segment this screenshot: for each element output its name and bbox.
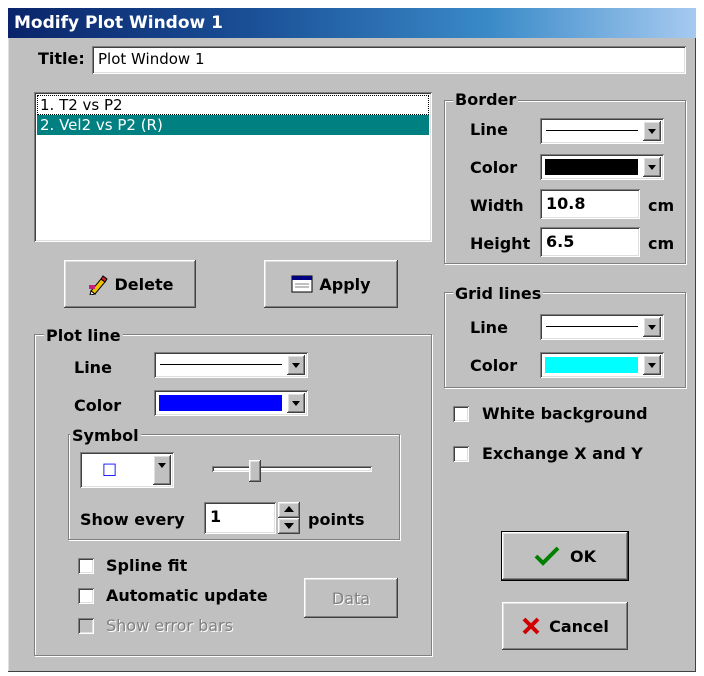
window-icon bbox=[291, 275, 313, 293]
spline-fit-checkbox[interactable] bbox=[78, 558, 94, 574]
grid-line-dropdown[interactable] bbox=[540, 314, 664, 340]
symbol-group-label: Symbol bbox=[70, 426, 141, 445]
color-swatch bbox=[545, 159, 638, 175]
dialog-title-bar[interactable]: Modify Plot Window 1 bbox=[8, 8, 696, 38]
border-line-dropdown[interactable] bbox=[540, 118, 664, 144]
show-every-input[interactable]: 1 bbox=[204, 502, 276, 534]
color-swatch bbox=[159, 395, 282, 411]
apply-button[interactable]: Apply bbox=[264, 260, 398, 308]
chevron-down-icon[interactable] bbox=[287, 355, 305, 375]
plot-list[interactable]: 1. T2 vs P2 2. Vel2 vs P2 (R) bbox=[34, 92, 432, 242]
border-color-dropdown[interactable] bbox=[540, 154, 664, 180]
data-button[interactable]: Data bbox=[304, 578, 398, 618]
symbol-size-slider[interactable] bbox=[212, 460, 372, 482]
border-color-label: Color bbox=[470, 158, 518, 177]
border-height-unit: cm bbox=[648, 234, 675, 253]
delete-button-label: Delete bbox=[114, 274, 174, 294]
border-width-unit: cm bbox=[648, 196, 675, 215]
show-error-bars-label: Show error bars bbox=[106, 616, 233, 635]
border-height-value: 6.5 bbox=[546, 232, 575, 251]
white-background-label[interactable]: White background bbox=[482, 404, 648, 423]
title-label: Title: bbox=[38, 49, 85, 68]
plot-line-line-label: Line bbox=[74, 358, 112, 377]
exchange-xy-checkbox[interactable] bbox=[453, 446, 469, 462]
eraser-pencil-icon bbox=[87, 273, 109, 296]
spin-up-button[interactable] bbox=[278, 502, 300, 518]
color-swatch bbox=[545, 357, 638, 373]
close-icon bbox=[521, 616, 541, 636]
modify-plot-window-dialog: Modify Plot Window 1 Title: Plot Window … bbox=[8, 8, 696, 672]
border-width-input[interactable]: 10.8 bbox=[540, 189, 640, 219]
points-label: points bbox=[308, 510, 365, 529]
delete-button[interactable]: Delete bbox=[64, 260, 196, 308]
title-input-value: Plot Window 1 bbox=[98, 50, 205, 68]
chevron-down-icon[interactable] bbox=[287, 393, 305, 413]
title-input[interactable]: Plot Window 1 bbox=[92, 46, 686, 74]
spline-fit-label[interactable]: Spline fit bbox=[106, 556, 187, 575]
chevron-down-icon[interactable] bbox=[153, 455, 171, 485]
chevron-down-icon[interactable] bbox=[643, 317, 661, 337]
plot-line-color-dropdown[interactable] bbox=[154, 390, 308, 416]
list-item[interactable]: 1. T2 vs P2 bbox=[37, 95, 429, 115]
chevron-down-icon bbox=[284, 523, 294, 529]
show-every-label: Show every bbox=[80, 510, 185, 529]
data-button-label: Data bbox=[331, 588, 371, 608]
chevron-down-icon[interactable] bbox=[643, 157, 661, 177]
list-item-label: 1. T2 vs P2 bbox=[40, 96, 123, 114]
symbol-dropdown[interactable]: □ bbox=[80, 452, 174, 488]
ok-button-label: OK bbox=[570, 546, 596, 566]
list-item-selected[interactable]: 2. Vel2 vs P2 (R) bbox=[37, 115, 429, 135]
list-item-label: 2. Vel2 vs P2 (R) bbox=[40, 116, 163, 134]
cancel-button-label: Cancel bbox=[549, 616, 609, 636]
spin-down-button[interactable] bbox=[278, 518, 300, 534]
border-height-input[interactable]: 6.5 bbox=[540, 227, 640, 257]
border-height-label: Height bbox=[470, 234, 531, 253]
border-width-label: Width bbox=[470, 196, 524, 215]
square-symbol-icon: □ bbox=[102, 459, 118, 478]
grid-color-label: Color bbox=[470, 356, 518, 375]
dialog-title: Modify Plot Window 1 bbox=[14, 13, 223, 33]
grid-color-dropdown[interactable] bbox=[540, 352, 664, 378]
chevron-down-icon[interactable] bbox=[643, 121, 661, 141]
ok-button[interactable]: OK bbox=[501, 531, 629, 581]
grid-lines-group-label: Grid lines bbox=[453, 284, 544, 303]
show-error-bars-checkbox bbox=[78, 618, 94, 634]
border-group-label: Border bbox=[453, 90, 519, 109]
checkmark-icon bbox=[534, 545, 560, 567]
border-width-value: 10.8 bbox=[546, 194, 586, 213]
chevron-down-icon[interactable] bbox=[643, 355, 661, 375]
plot-line-dropdown[interactable] bbox=[154, 352, 308, 378]
show-every-value: 1 bbox=[210, 507, 222, 526]
plot-line-color-label: Color bbox=[74, 396, 122, 415]
automatic-update-label[interactable]: Automatic update bbox=[106, 586, 268, 605]
exchange-xy-label[interactable]: Exchange X and Y bbox=[482, 444, 643, 463]
white-background-checkbox[interactable] bbox=[453, 406, 469, 422]
automatic-update-checkbox[interactable] bbox=[78, 588, 94, 604]
apply-button-label: Apply bbox=[319, 274, 371, 294]
grid-line-label: Line bbox=[470, 318, 508, 337]
plot-line-group-label: Plot line bbox=[44, 326, 123, 345]
border-line-label: Line bbox=[470, 120, 508, 139]
cancel-button[interactable]: Cancel bbox=[502, 602, 628, 650]
slider-thumb[interactable] bbox=[249, 460, 261, 482]
chevron-up-icon bbox=[284, 506, 294, 512]
